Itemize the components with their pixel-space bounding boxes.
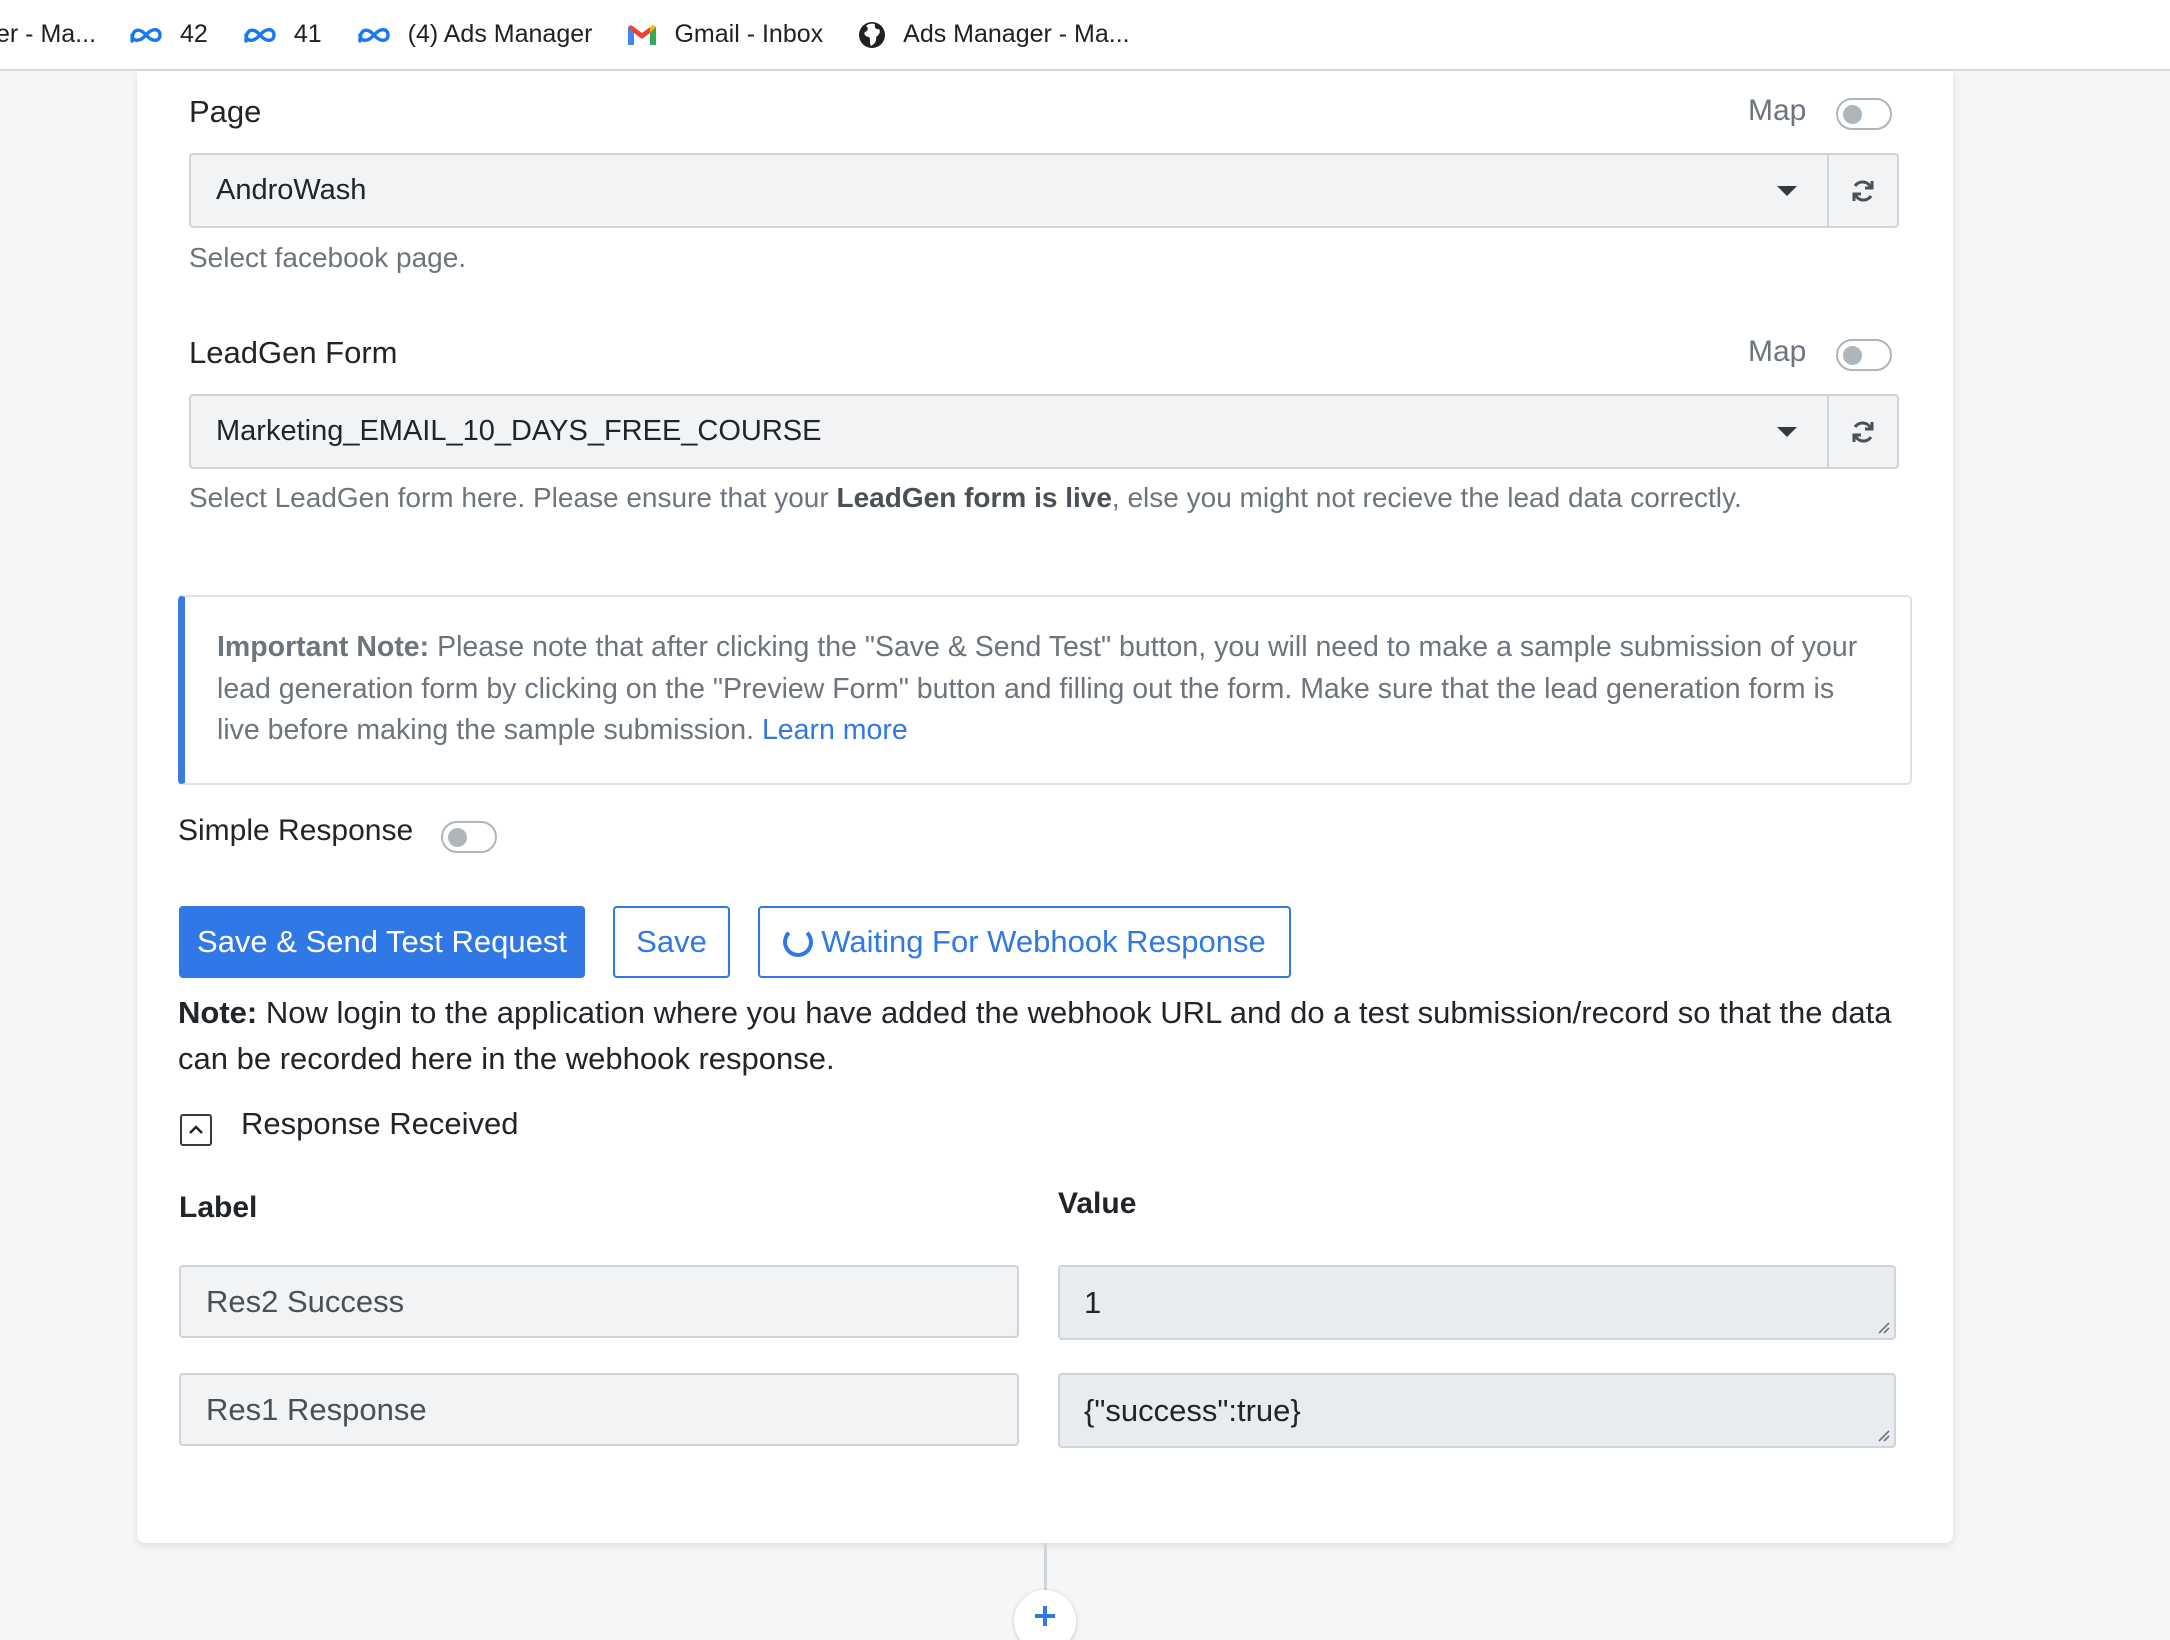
response-received-title: Response Received: [241, 1106, 519, 1141]
important-note-title: Important Note:: [217, 631, 430, 663]
important-note-text: Please note that after clicking the "Sav…: [217, 631, 1858, 746]
page-map-toggle[interactable]: [1836, 98, 1892, 130]
refresh-icon: [1852, 180, 1874, 201]
webhook-note: Note: Now login to the application where…: [178, 990, 1928, 1082]
waiting-webhook-button[interactable]: Waiting For Webhook Response: [758, 906, 1291, 978]
chevron-up-icon: [189, 1125, 203, 1134]
simple-response-label: Simple Response: [178, 814, 414, 847]
add-step-button[interactable]: [1014, 1590, 1076, 1640]
response-value-text: 1: [1084, 1284, 1102, 1320]
resize-grip-icon[interactable]: [1875, 1319, 1891, 1335]
learn-more-link[interactable]: Learn more: [762, 714, 908, 746]
plus-icon: [1035, 1606, 1055, 1626]
page-select-value: AndroWash: [216, 174, 367, 206]
caret-down-icon: [1777, 427, 1797, 437]
bookmarks-bar: er - Ma... 42 41 (4) Ads Manager Gmail -…: [0, 0, 2170, 71]
gmail-icon: [626, 23, 658, 47]
waiting-webhook-label: Waiting For Webhook Response: [821, 924, 1266, 959]
bookmark-label: 42: [180, 20, 208, 48]
response-label-field[interactable]: Res1 Response: [179, 1373, 1019, 1446]
resize-grip-icon[interactable]: [1875, 1427, 1891, 1443]
spinner-icon: [783, 927, 814, 957]
leadgen-help-bold: LeadGen form is live: [836, 482, 1112, 513]
leadgen-map-toggle[interactable]: [1836, 339, 1892, 371]
label-column-header: Label: [179, 1191, 258, 1224]
webhook-note-title: Note:: [178, 995, 258, 1030]
collapse-response-button[interactable]: [180, 1114, 212, 1146]
leadgen-map-label: Map: [1748, 335, 1807, 368]
simple-response-toggle[interactable]: [441, 821, 497, 853]
leadgen-refresh-button[interactable]: [1829, 394, 1899, 469]
response-value-field[interactable]: {"success":true}: [1058, 1373, 1896, 1448]
page-help-text: Select facebook page.: [189, 242, 467, 273]
leadgen-label: LeadGen Form: [189, 335, 398, 370]
refresh-icon: [1852, 421, 1874, 442]
leadgen-select[interactable]: Marketing_EMAIL_10_DAYS_FREE_COURSE: [189, 394, 1829, 469]
meta-icon: [128, 24, 164, 46]
bookmark-label: er - Ma...: [0, 20, 97, 48]
leadgen-help-suffix: , else you might not recieve the lead da…: [1111, 482, 1742, 513]
bookmark-item[interactable]: 41: [242, 0, 322, 70]
meta-icon: [242, 24, 278, 46]
caret-down-icon: [1777, 186, 1797, 196]
important-note-box: Important Note: Please note that after c…: [178, 595, 1912, 785]
save-button[interactable]: Save: [613, 906, 730, 978]
toggle-knob: [1843, 105, 1862, 124]
bookmark-label: (4) Ads Manager: [407, 20, 593, 48]
bookmark-label: 41: [293, 20, 322, 48]
value-column-header: Value: [1058, 1187, 1137, 1220]
response-value-field[interactable]: 1: [1058, 1265, 1896, 1340]
bookmark-item[interactable]: Ads Manager - Ma...: [857, 0, 1130, 70]
bookmark-label: Gmail - Inbox: [674, 20, 824, 48]
bookmark-item[interactable]: Gmail - Inbox: [626, 0, 823, 70]
response-value-text: {"success":true}: [1084, 1392, 1301, 1428]
save-send-test-button[interactable]: Save & Send Test Request: [179, 906, 585, 978]
toggle-knob: [1843, 346, 1862, 365]
bookmark-item[interactable]: er - Ma...: [0, 0, 96, 70]
leadgen-help-prefix: Select LeadGen form here. Please ensure …: [189, 482, 837, 513]
bookmark-item[interactable]: (4) Ads Manager: [356, 0, 593, 70]
bookmark-item[interactable]: 42: [128, 0, 208, 70]
toggle-knob: [448, 828, 467, 847]
leadgen-select-value: Marketing_EMAIL_10_DAYS_FREE_COURSE: [216, 415, 822, 447]
webhook-note-text: Now login to the application where you h…: [178, 995, 1892, 1076]
page-label: Page: [189, 94, 262, 129]
response-label-field[interactable]: Res2 Success: [179, 1265, 1019, 1338]
leadgen-help-text: Select LeadGen form here. Please ensure …: [189, 482, 1742, 514]
meta-icon: [356, 24, 392, 46]
page-refresh-button[interactable]: [1829, 153, 1899, 228]
globe-icon: [857, 20, 887, 50]
step-card: Page Map AndroWash Select facebook page.…: [137, 71, 1953, 1543]
page-select[interactable]: AndroWash: [189, 153, 1829, 228]
page-map-label: Map: [1748, 94, 1807, 127]
bookmark-label: Ads Manager - Ma...: [903, 20, 1130, 48]
